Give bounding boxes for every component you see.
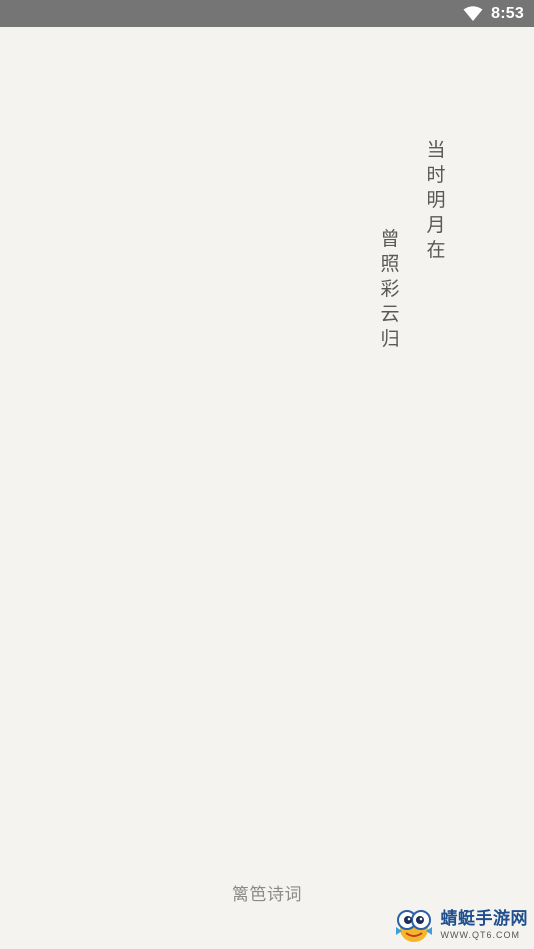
poem-line-second: 曾照彩云归 xyxy=(380,228,400,350)
status-indicators: 8:53 xyxy=(463,0,524,27)
clock-time: 8:53 xyxy=(491,4,524,22)
watermark-url: WWW.QT6.COM xyxy=(440,929,520,940)
app-name-label: 篱笆诗词 xyxy=(232,885,302,905)
watermark-text: 蜻蜓手游网 WWW.QT6.COM xyxy=(440,908,529,940)
watermark-logo: 蜻蜓手游网 WWW.QT6.COM xyxy=(391,905,529,945)
watermark-title: 蜻蜓手游网 xyxy=(440,908,528,929)
dragonfly-mascot-icon xyxy=(395,910,432,942)
app-screen: 8:53 当时明月在 曾照彩云归 篱笆诗词 蜻蜓手游网 WWW.QT6.COM xyxy=(0,0,534,949)
wifi-icon xyxy=(463,5,483,21)
poem-line-first: 当时明月在 xyxy=(426,139,446,261)
status-bar: 8:53 xyxy=(0,0,534,27)
